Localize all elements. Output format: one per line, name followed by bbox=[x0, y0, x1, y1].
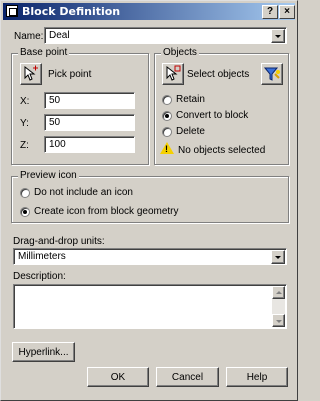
y-input[interactable]: 50 bbox=[44, 114, 135, 131]
arrow-down-icon bbox=[276, 320, 282, 323]
scroll-up-button[interactable] bbox=[272, 286, 285, 299]
y-value: 50 bbox=[49, 117, 61, 128]
description-scrollbar[interactable] bbox=[272, 286, 285, 327]
radio-create-icon[interactable] bbox=[20, 207, 30, 217]
radio-convert-to-block[interactable] bbox=[162, 111, 172, 121]
hyperlink-label: Hyperlink... bbox=[18, 347, 69, 358]
pick-point-button[interactable] bbox=[20, 63, 42, 85]
quick-select-filter-icon bbox=[263, 67, 280, 81]
window-icon bbox=[6, 5, 18, 17]
delete-label[interactable]: Delete bbox=[176, 126, 205, 137]
name-value: Deal bbox=[49, 30, 70, 41]
description-textarea[interactable] bbox=[13, 284, 287, 329]
ok-label: OK bbox=[110, 372, 126, 383]
help-button[interactable]: Help bbox=[226, 367, 288, 387]
preview-icon-title: Preview icon bbox=[18, 170, 79, 181]
no-icon-label[interactable]: Do not include an icon bbox=[34, 187, 133, 198]
z-value: 100 bbox=[49, 139, 66, 150]
name-combobox[interactable]: Deal bbox=[44, 27, 287, 44]
help-label: Help bbox=[246, 372, 268, 383]
z-label: Z: bbox=[20, 140, 29, 151]
select-objects-button[interactable] bbox=[162, 63, 184, 85]
quick-select-button[interactable] bbox=[261, 63, 283, 85]
select-objects-icon bbox=[166, 65, 181, 81]
hyperlink-button[interactable]: Hyperlink... bbox=[12, 342, 75, 362]
objects-title: Objects bbox=[161, 47, 199, 58]
close-icon: × bbox=[284, 6, 290, 17]
units-label: Drag-and-drop units: bbox=[13, 236, 105, 247]
close-button[interactable]: × bbox=[279, 5, 295, 19]
pick-point-label[interactable]: Pick point bbox=[48, 69, 91, 80]
name-label: Name: bbox=[14, 31, 44, 42]
block-definition-dialog: Block Definition ? × Name: Deal Base poi… bbox=[0, 0, 298, 401]
x-input[interactable]: 50 bbox=[44, 92, 135, 109]
name-dropdown-button[interactable] bbox=[271, 29, 285, 43]
objects-status-text: No objects selected bbox=[178, 145, 266, 156]
select-objects-label[interactable]: Select objects bbox=[187, 69, 249, 80]
help-title-button[interactable]: ? bbox=[262, 5, 278, 19]
base-point-title: Base point bbox=[18, 47, 70, 58]
retain-label[interactable]: Retain bbox=[176, 94, 205, 105]
create-icon-label[interactable]: Create icon from block geometry bbox=[34, 206, 179, 217]
ok-button[interactable]: OK bbox=[87, 367, 149, 387]
z-input[interactable]: 100 bbox=[44, 136, 135, 153]
radio-retain[interactable] bbox=[162, 95, 172, 105]
cancel-label: Cancel bbox=[171, 372, 204, 383]
units-dropdown-button[interactable] bbox=[271, 250, 285, 264]
units-combobox[interactable]: Millimeters bbox=[13, 248, 287, 265]
convert-to-block-label[interactable]: Convert to block bbox=[176, 110, 248, 121]
radio-delete[interactable] bbox=[162, 127, 172, 137]
cancel-button[interactable]: Cancel bbox=[156, 367, 219, 387]
y-label: Y: bbox=[20, 118, 29, 129]
x-label: X: bbox=[20, 96, 30, 107]
title-bar[interactable]: Block Definition ? × bbox=[3, 3, 295, 20]
units-value: Millimeters bbox=[18, 251, 66, 262]
window-title: Block Definition bbox=[22, 5, 121, 18]
radio-no-icon[interactable] bbox=[20, 188, 30, 198]
help-icon: ? bbox=[266, 6, 274, 17]
arrow-up-icon bbox=[276, 291, 282, 294]
description-label: Description: bbox=[13, 271, 66, 282]
chevron-down-icon bbox=[275, 256, 281, 259]
pick-point-icon bbox=[24, 65, 38, 81]
scroll-down-button[interactable] bbox=[272, 314, 285, 327]
x-value: 50 bbox=[49, 95, 61, 106]
chevron-down-icon bbox=[275, 35, 281, 38]
